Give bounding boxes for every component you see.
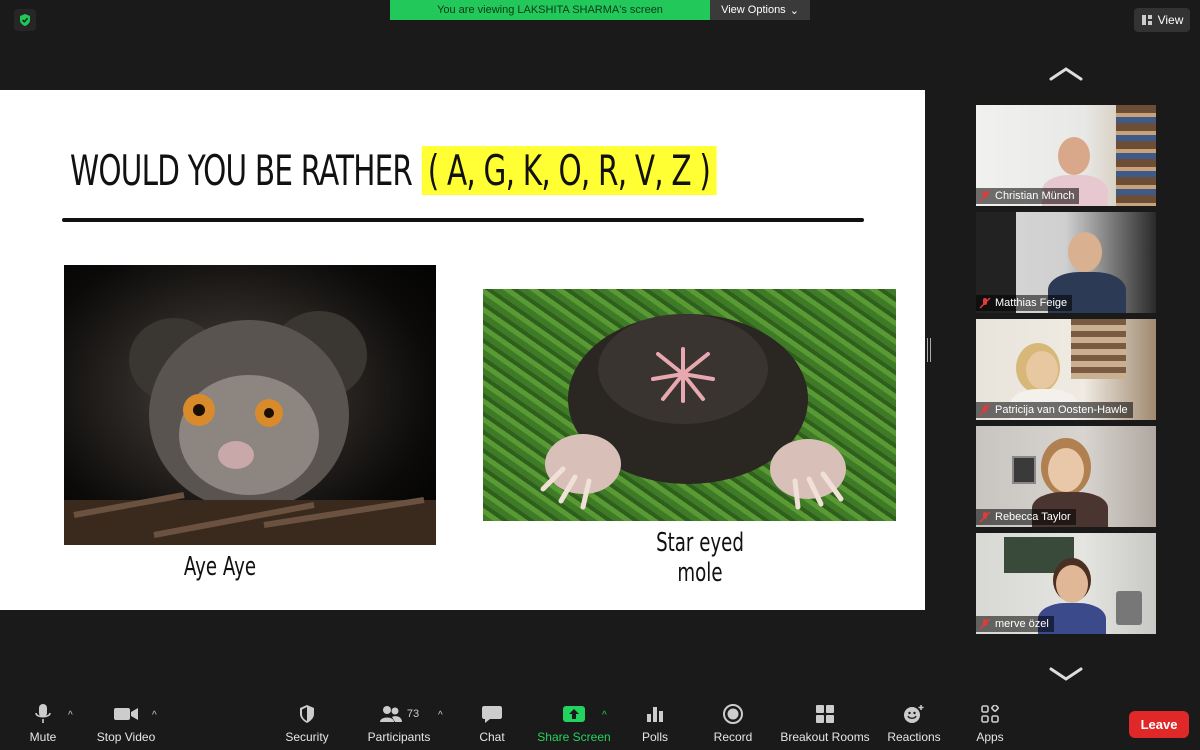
participant-tile[interactable]: merve özel <box>976 533 1156 634</box>
aye-aye-image <box>64 265 436 545</box>
mute-button[interactable]: Mute <box>22 700 64 750</box>
chat-bubble-icon <box>481 702 503 726</box>
participant-name: Rebecca Taylor <box>995 511 1071 523</box>
breakout-rooms-icon <box>815 702 835 726</box>
star-nosed-mole-image <box>483 289 896 521</box>
participant-name-tag: Christian Münch <box>976 188 1080 204</box>
mic-muted-icon <box>979 511 991 523</box>
video-camera-icon <box>113 702 139 726</box>
apps-icon <box>981 702 999 726</box>
video-options-caret-icon[interactable]: ^ <box>152 710 157 721</box>
gallery-scroll-up-icon[interactable] <box>1046 64 1086 84</box>
zoom-meeting-window: You are viewing LAKSHITA SHARMA's screen… <box>0 0 1200 750</box>
security-button[interactable]: Security <box>282 700 332 750</box>
leave-label: Leave <box>1140 717 1178 732</box>
gallery-scroll-down-icon[interactable] <box>1046 664 1086 684</box>
participant-name: Patricija van Oosten-Hawle <box>995 404 1128 416</box>
slide-title-text: WOULD YOU BE RATHER <box>70 145 413 195</box>
participants-count: 73 <box>406 708 420 720</box>
mic-muted-icon <box>979 190 991 202</box>
leave-button[interactable]: Leave <box>1129 711 1189 738</box>
audio-options-caret-icon[interactable]: ^ <box>68 710 73 721</box>
record-icon <box>723 702 743 726</box>
participant-tile[interactable]: Patricija van Oosten-Hawle <box>976 319 1156 420</box>
meeting-toolbar: Mute ^ Stop Video ^ Security 73 Particip… <box>0 700 1200 750</box>
shared-screen-slide: WOULD YOU BE RATHER ( A, G, K, O, R, V, … <box>0 90 925 610</box>
participant-name-tag: Patricija van Oosten-Hawle <box>976 402 1133 418</box>
mic-muted-icon <box>979 404 991 416</box>
apps-button[interactable]: Apps <box>972 700 1008 750</box>
mute-label: Mute <box>29 730 57 744</box>
stop-video-label: Stop Video <box>96 730 156 744</box>
emoji-plus-icon <box>903 702 925 726</box>
view-options-label: View Options <box>721 4 786 16</box>
record-button[interactable]: Record <box>710 700 756 750</box>
chat-button[interactable]: Chat <box>474 700 510 750</box>
chat-label: Chat <box>479 730 505 744</box>
participants-button[interactable]: 73 Participants <box>364 700 434 750</box>
share-screen-label: Share Screen <box>537 730 611 744</box>
bar-chart-icon <box>646 702 664 726</box>
banner-text: You are viewing LAKSHITA SHARMA's screen <box>437 4 663 16</box>
split-resize-handle[interactable] <box>927 338 931 362</box>
chevron-down-icon: ⌄ <box>789 4 799 17</box>
caption-star-mole: Star eyed mole <box>656 528 744 588</box>
participant-name-tag: merve özel <box>976 616 1054 632</box>
view-options-button[interactable]: View Options ⌄ <box>710 0 810 20</box>
slide-title: WOULD YOU BE RATHER ( A, G, K, O, R, V, … <box>70 138 717 202</box>
grid-view-icon <box>1141 15 1152 25</box>
reactions-button[interactable]: Reactions <box>886 700 942 750</box>
participant-tile[interactable]: Rebecca Taylor <box>976 426 1156 527</box>
security-shield-icon <box>298 702 316 726</box>
participant-name: Matthias Feige <box>995 297 1068 309</box>
slide-title-highlight: ( A, G, K, O, R, V, Z ) <box>421 145 717 195</box>
participant-name-tag: Matthias Feige <box>976 295 1073 311</box>
view-button[interactable]: View <box>1134 8 1190 32</box>
mic-muted-icon <box>979 297 991 309</box>
screen-share-banner: You are viewing LAKSHITA SHARMA's screen <box>390 0 710 20</box>
participant-tile[interactable]: Matthias Feige <box>976 212 1156 313</box>
encryption-shield-icon[interactable] <box>14 9 36 31</box>
polls-label: Polls <box>641 730 668 744</box>
share-screen-icon <box>562 702 586 726</box>
record-label: Record <box>713 730 753 744</box>
slide-divider <box>62 218 864 222</box>
participant-name-tag: Rebecca Taylor <box>976 509 1076 525</box>
participants-options-caret-icon[interactable]: ^ <box>438 710 443 721</box>
participant-name: merve özel <box>995 618 1049 630</box>
reactions-label: Reactions <box>887 730 941 744</box>
security-label: Security <box>285 730 329 744</box>
participants-icon: 73 <box>379 702 419 726</box>
share-screen-button[interactable]: Share Screen <box>536 700 612 750</box>
caption-aye-aye: Aye Aye <box>183 552 257 582</box>
participant-name: Christian Münch <box>995 190 1075 202</box>
breakout-rooms-button[interactable]: Breakout Rooms <box>778 700 872 750</box>
mic-muted-icon <box>979 618 991 630</box>
participants-label: Participants <box>367 730 431 744</box>
apps-label: Apps <box>976 730 1004 744</box>
share-options-caret-icon[interactable]: ^ <box>602 710 607 721</box>
breakout-rooms-label: Breakout Rooms <box>780 730 870 744</box>
polls-button[interactable]: Polls <box>638 700 672 750</box>
participant-tile[interactable]: Christian Münch <box>976 105 1156 206</box>
microphone-icon <box>35 702 51 726</box>
stop-video-button[interactable]: Stop Video <box>92 700 160 750</box>
view-button-label: View <box>1157 13 1184 27</box>
